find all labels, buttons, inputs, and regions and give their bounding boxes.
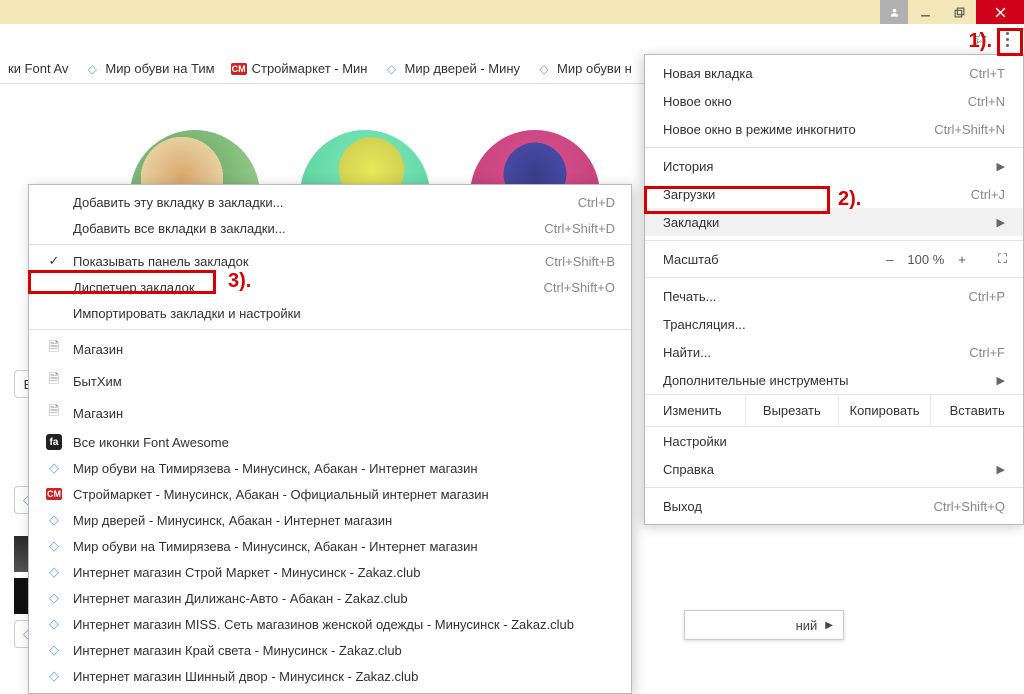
cut-button[interactable]: Вырезать [745, 395, 838, 426]
diamond-icon: ◇ [84, 61, 100, 77]
bookmark-list-item[interactable]: fa Все иконки Font Awesome [29, 429, 631, 455]
submenu-show-bookmarks-bar[interactable]: ✓Показывать панель закладокCtrl+Shift+B [29, 248, 631, 274]
menu-new-tab[interactable]: Новая вкладкаCtrl+T [645, 59, 1023, 87]
bookmark-star-icon[interactable]: ☆ [973, 29, 988, 49]
chrome-main-menu: Новая вкладкаCtrl+T Новое окноCtrl+N Нов… [644, 54, 1024, 525]
bookmark-item[interactable]: ки Font Av [4, 58, 72, 79]
bookmark-list-item[interactable]: ◇ Интернет магазин Край света - Минусинск… [29, 637, 631, 663]
edit-label: Изменить [645, 395, 745, 426]
menu-bookmarks[interactable]: Закладки▶ [645, 208, 1023, 236]
page-icon: 🗎 [49, 338, 59, 360]
diamond-icon: ◇ [536, 61, 552, 77]
fullscreen-button[interactable]: ⛶ [998, 251, 1005, 267]
submenu-bookmarks-manager[interactable]: Диспетчер закладокCtrl+Shift+O [29, 274, 631, 300]
bookmark-item[interactable]: ◇Мир обуви на Тим [80, 58, 218, 80]
bookmark-list-item[interactable]: ◇ Интернет магазин Дилижанс-Авто - Абакан… [29, 585, 631, 611]
chevron-right-icon: ▶ [997, 160, 1005, 173]
bookmark-list-item[interactable]: ◇ Мир обуви на Тимирязева - Минусинск, Аб… [29, 455, 631, 481]
zoom-out-button[interactable]: – [886, 252, 893, 267]
bookmark-list-item[interactable]: ◇ Мир обуви на Тимирязева - Минусинск, Аб… [29, 533, 631, 559]
menu-exit[interactable]: ВыходCtrl+Shift+Q [645, 492, 1023, 520]
bookmark-item[interactable]: ◇Мир обуви н [532, 58, 636, 80]
bookmark-list-item[interactable]: 🗎 Магазин [29, 333, 631, 365]
diamond-icon: ◇ [49, 616, 59, 632]
menu-edit-row: Изменить Вырезать Копировать Вставить [645, 394, 1023, 427]
checkmark-icon: ✓ [45, 253, 63, 269]
fragment-text: ний [796, 618, 818, 633]
menu-help[interactable]: Справка▶ [645, 455, 1023, 483]
bookmark-item-label: Строймаркет - Минусинск, Абакан - Официа… [73, 487, 615, 502]
popup-fragment[interactable]: ний ▶ [684, 610, 844, 640]
diamond-icon: ◇ [49, 590, 59, 606]
menu-settings[interactable]: Настройки [645, 427, 1023, 455]
cm-icon: CM [46, 488, 62, 500]
bookmark-list-item[interactable]: ◇ Интернет магазин Строй Маркет - Минусин… [29, 559, 631, 585]
menu-more-tools[interactable]: Дополнительные инструменты▶ [645, 366, 1023, 394]
menu-incognito[interactable]: Новое окно в режиме инкогнитоCtrl+Shift+… [645, 115, 1023, 143]
diamond-icon: ◇ [383, 61, 399, 77]
close-button[interactable] [976, 0, 1024, 24]
bookmark-item-label: Интернет магазин Строй Маркет - Минусинс… [73, 565, 615, 580]
submenu-import-bookmarks[interactable]: Импортировать закладки и настройки [29, 300, 631, 326]
font-awesome-icon: fa [46, 434, 62, 450]
menu-find[interactable]: Найти...Ctrl+F [645, 338, 1023, 366]
diamond-icon: ◇ [49, 460, 59, 476]
bookmark-list-item[interactable]: CM Строймаркет - Минусинск, Абакан - Офиц… [29, 481, 631, 507]
page-icon: 🗎 [49, 370, 59, 392]
menu-history[interactable]: История▶ [645, 152, 1023, 180]
zoom-label: Масштаб [663, 252, 886, 267]
bookmark-list-item[interactable]: 🗎 Магазин [29, 397, 631, 429]
kebab-menu-button[interactable] [994, 26, 1020, 52]
zoom-value: 100 % [907, 252, 944, 267]
bookmarks-submenu: Добавить эту вкладку в закладки...Ctrl+D… [28, 184, 632, 694]
diamond-icon: ◇ [49, 538, 59, 554]
bookmark-item-label: Интернет магазин MISS. Сеть магазинов же… [73, 617, 615, 632]
chevron-right-icon: ▶ [997, 216, 1005, 229]
menu-zoom: Масштаб – 100 % + ⛶ [645, 245, 1023, 273]
bookmark-item-label: Мир дверей - Минусинск, Абакан - Интерне… [73, 513, 615, 528]
diamond-icon: ◇ [49, 668, 59, 684]
diamond-icon: ◇ [49, 564, 59, 580]
bookmark-list-item[interactable]: ◇ Интернет магазин MISS. Сеть магазинов ж… [29, 611, 631, 637]
bookmark-item[interactable]: CMСтроймаркет - Мин [227, 58, 372, 80]
submenu-add-all-bookmarks[interactable]: Добавить все вкладки в закладки...Ctrl+S… [29, 215, 631, 241]
menu-downloads[interactable]: ЗагрузкиCtrl+J [645, 180, 1023, 208]
submenu-add-tab-bookmark[interactable]: Добавить эту вкладку в закладки...Ctrl+D [29, 189, 631, 215]
paste-button[interactable]: Вставить [930, 395, 1023, 426]
diamond-icon: ◇ [49, 642, 59, 658]
minimize-button[interactable] [908, 0, 942, 24]
maximize-button[interactable] [942, 0, 976, 24]
bookmark-list-item[interactable]: ◇ Интернет магазин Шинный двор - Минусинс… [29, 663, 631, 689]
diamond-icon: ◇ [49, 512, 59, 528]
bookmark-item-label: Магазин [73, 406, 615, 421]
zoom-in-button[interactable]: + [958, 252, 966, 267]
cm-icon: CM [231, 61, 247, 77]
urlbar-actions: ☆ [934, 24, 1024, 54]
user-icon[interactable] [880, 0, 908, 24]
chevron-right-icon: ▶ [997, 374, 1005, 387]
bookmark-list-item[interactable]: 🗎 БытХим [29, 365, 631, 397]
bookmark-item-label: Интернет магазин Шинный двор - Минусинск… [73, 669, 615, 684]
bookmark-item-label: Мир обуви на Тимирязева - Минусинск, Аба… [73, 539, 615, 554]
kebab-icon [1006, 32, 1009, 47]
menu-new-window[interactable]: Новое окноCtrl+N [645, 87, 1023, 115]
window-titlebar [0, 0, 1024, 24]
page-icon: 🗎 [49, 402, 59, 424]
chevron-right-icon: ▶ [825, 620, 833, 631]
chevron-right-icon: ▶ [997, 463, 1005, 476]
copy-button[interactable]: Копировать [838, 395, 931, 426]
bookmark-item[interactable]: ◇Мир дверей - Мину [379, 58, 524, 80]
bookmark-item-label: БытХим [73, 374, 615, 389]
bookmark-item-label: Все иконки Font Awesome [73, 435, 615, 450]
bookmark-item-label: Интернет магазин Край света - Минусинск … [73, 643, 615, 658]
bookmark-item-label: Магазин [73, 342, 615, 357]
bookmark-list-item[interactable]: ◇ Мир дверей - Минусинск, Абакан - Интерн… [29, 507, 631, 533]
bookmark-item-label: Мир обуви на Тимирязева - Минусинск, Аба… [73, 461, 615, 476]
menu-cast[interactable]: Трансляция... [645, 310, 1023, 338]
menu-print[interactable]: Печать...Ctrl+P [645, 282, 1023, 310]
bookmark-item-label: Интернет магазин Дилижанс-Авто - Абакан … [73, 591, 615, 606]
